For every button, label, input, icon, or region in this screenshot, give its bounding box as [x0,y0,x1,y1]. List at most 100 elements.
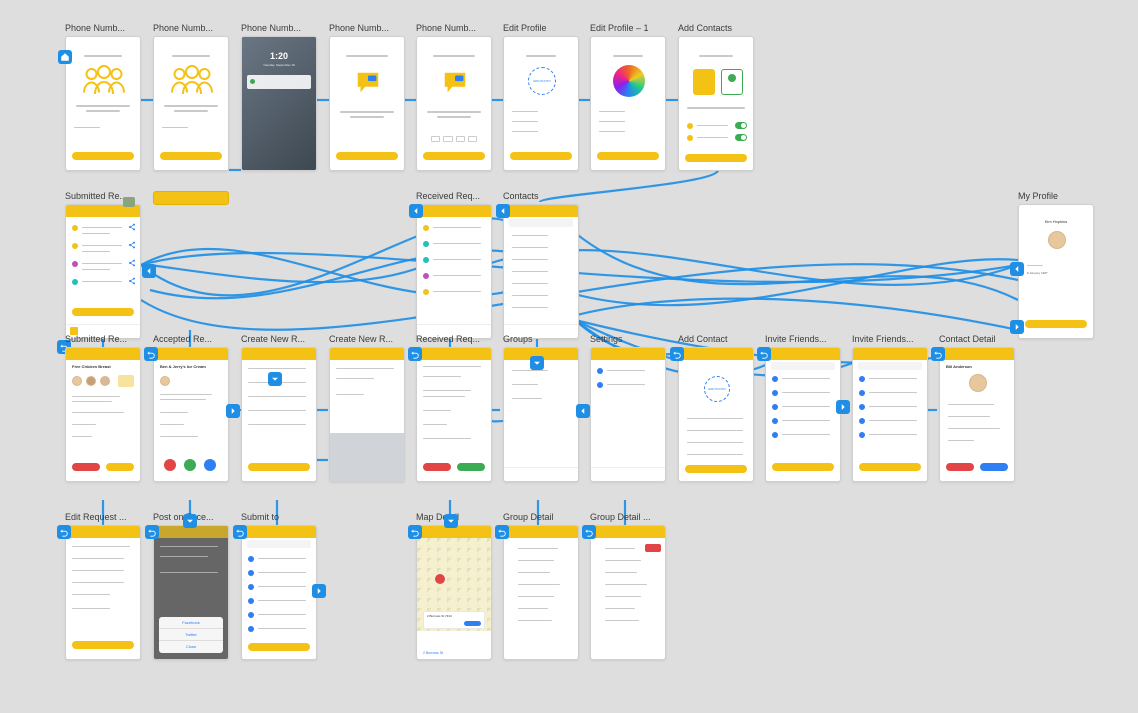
artboard-submitted-req[interactable]: Submitted Re... [65,191,141,339]
undo-badge-icon [145,525,159,539]
undo-badge-icon [582,525,596,539]
artboard-invite-1[interactable]: Invite Friends... [765,334,841,482]
artboard-phone3-lockscreen[interactable]: Phone Numb... 1:20 Tuesday, September 19 [241,23,317,171]
contact-avatar [969,374,987,392]
keypad-chip [153,191,229,205]
artboard-label: Contacts [503,191,579,201]
artboard-label: Phone Numb... [153,23,229,33]
artboard-label: Phone Numb... [65,23,141,33]
artboard-label: Invite Friends... [765,334,841,344]
map-pin-icon [435,574,445,584]
artboard-label: Edit Profile – 1 [590,23,666,33]
artboard-label: Phone Numb... [329,23,405,33]
undo-badge-icon [757,347,771,361]
undo-badge-icon [495,525,509,539]
color-splash-avatar [613,65,645,97]
artboard-add-contact[interactable]: Add Contact ADD PHOTO [678,334,754,482]
map-address: 2 Burrows St 7434 [424,612,484,620]
down-badge-icon [530,356,544,370]
back-badge-icon [409,204,423,218]
artboard-group-detail-edit[interactable]: Group Detail ... [590,512,666,660]
contacts-book-icon [693,69,715,95]
forward-badge-icon [836,400,850,414]
artboard-edit-request[interactable]: Edit Request ... [65,512,141,660]
artboard-contacts[interactable]: Contacts [503,191,579,339]
action-close[interactable]: Close [159,641,223,653]
artboard-label: Phone Numb... [241,23,317,33]
undo-badge-icon [670,347,684,361]
action-facebook[interactable]: Facebook [159,617,223,629]
back-badge-icon [1010,262,1024,276]
artboard-label: Received Req... [416,334,492,344]
action-sheet: Facebook Twitter Close [159,617,223,653]
artboard-label: My Profile [1018,191,1094,201]
artboard-label: Groups [503,334,579,344]
chat-bubble-icon [441,69,469,97]
request-title: Ben & Jerry's Ice Cream [160,364,206,369]
people-outline-icon [166,65,218,95]
request-title: Free Chicken Breast [72,364,111,369]
artboard-submit-to[interactable]: Submit to [241,512,317,660]
forward-badge-icon [312,584,326,598]
lock-date: Tuesday, September 19 [242,63,316,67]
map-link[interactable]: 2 Burrows St [423,651,443,655]
artboard-add-contacts[interactable]: Add Contacts [678,23,754,171]
down-badge-icon [183,514,197,528]
artboard-label: Accepted Re... [153,334,229,344]
contact-name: Bill Anderson [946,364,972,369]
artboard-create-new-1[interactable]: Create New R... [241,334,317,482]
share-icon [128,277,136,285]
down-badge-icon [268,372,282,386]
undo-badge-icon [408,347,422,361]
artboard-group-detail[interactable]: Group Detail [503,512,579,660]
profile-name: Kim Hopkins [1019,219,1093,224]
artboard-create-new-2[interactable]: Create New R... [329,334,405,482]
artboard-label: Group Detail ... [590,512,666,522]
artboard-received-req[interactable]: Received Req... [416,191,492,339]
artboard-phone4[interactable]: Phone Numb... [329,23,405,171]
add-photo-circle: ADD PHOTO [528,67,556,95]
artboard-map-detail[interactable]: Map Detail 2 Burrows St 7434 2 Burrows S… [416,512,492,660]
artboard-accepted-req[interactable]: Accepted Re... Ben & Jerry's Ice Cream [153,334,229,482]
artboard-label: Settings [590,334,666,344]
artboard-editprofile-1[interactable]: Edit Profile – 1 [590,23,666,171]
down-badge-icon [444,514,458,528]
lock-time: 1:20 [242,51,316,61]
artboard-submitted-req2[interactable]: Submitted Re... Free Chicken Breast [65,334,141,482]
artboard-label: Add Contact [678,334,754,344]
artboard-phone5[interactable]: Phone Numb... [416,23,492,171]
location-chip [118,375,134,387]
action-twitter[interactable]: Twitter [159,629,223,641]
forward-badge-icon [226,404,240,418]
undo-badge-icon [233,525,247,539]
artboard-phone1[interactable]: Phone Numb... [65,23,141,171]
share-icon [128,223,136,231]
artboard-invite-2[interactable]: Invite Friends... [852,334,928,482]
toggle-on [735,122,747,129]
artboard-my-profile[interactable]: My Profile Kim Hopkins 8 January 1987 [1018,191,1094,339]
add-photo-circle: ADD PHOTO [704,376,730,402]
lock-notification [247,75,311,89]
home-badge-icon [58,50,72,64]
start-target-chip [123,197,135,207]
remove-chip[interactable] [645,544,661,552]
undo-badge-icon [57,525,71,539]
artboard-phone2[interactable]: Phone Numb... [153,23,229,171]
artboard-received-req2[interactable]: Received Req... [416,334,492,482]
undo-badge-icon [931,347,945,361]
profile-avatar [1048,231,1066,249]
artboard-label: Add Contacts [678,23,754,33]
chat-bubble-icon [354,69,382,97]
artboard-settings[interactable]: Settings [590,334,666,482]
artboard-editprofile[interactable]: Edit Profile ADD PHOTO [503,23,579,171]
forward-badge-icon [1010,320,1024,334]
artboard-post-facebook[interactable]: Post on Face... Facebook Twitter Close [153,512,229,660]
artboard-contact-detail[interactable]: Contact Detail Bill Anderson [939,334,1015,482]
profile-birthday: 8 January 1987 [1027,271,1048,275]
artboard-label: Edit Request ... [65,512,141,522]
artboard-label: Invite Friends... [852,334,928,344]
artboard-label: Group Detail [503,512,579,522]
back-badge-icon [142,264,156,278]
share-icon [128,241,136,249]
artboard-label: Create New R... [329,334,405,344]
